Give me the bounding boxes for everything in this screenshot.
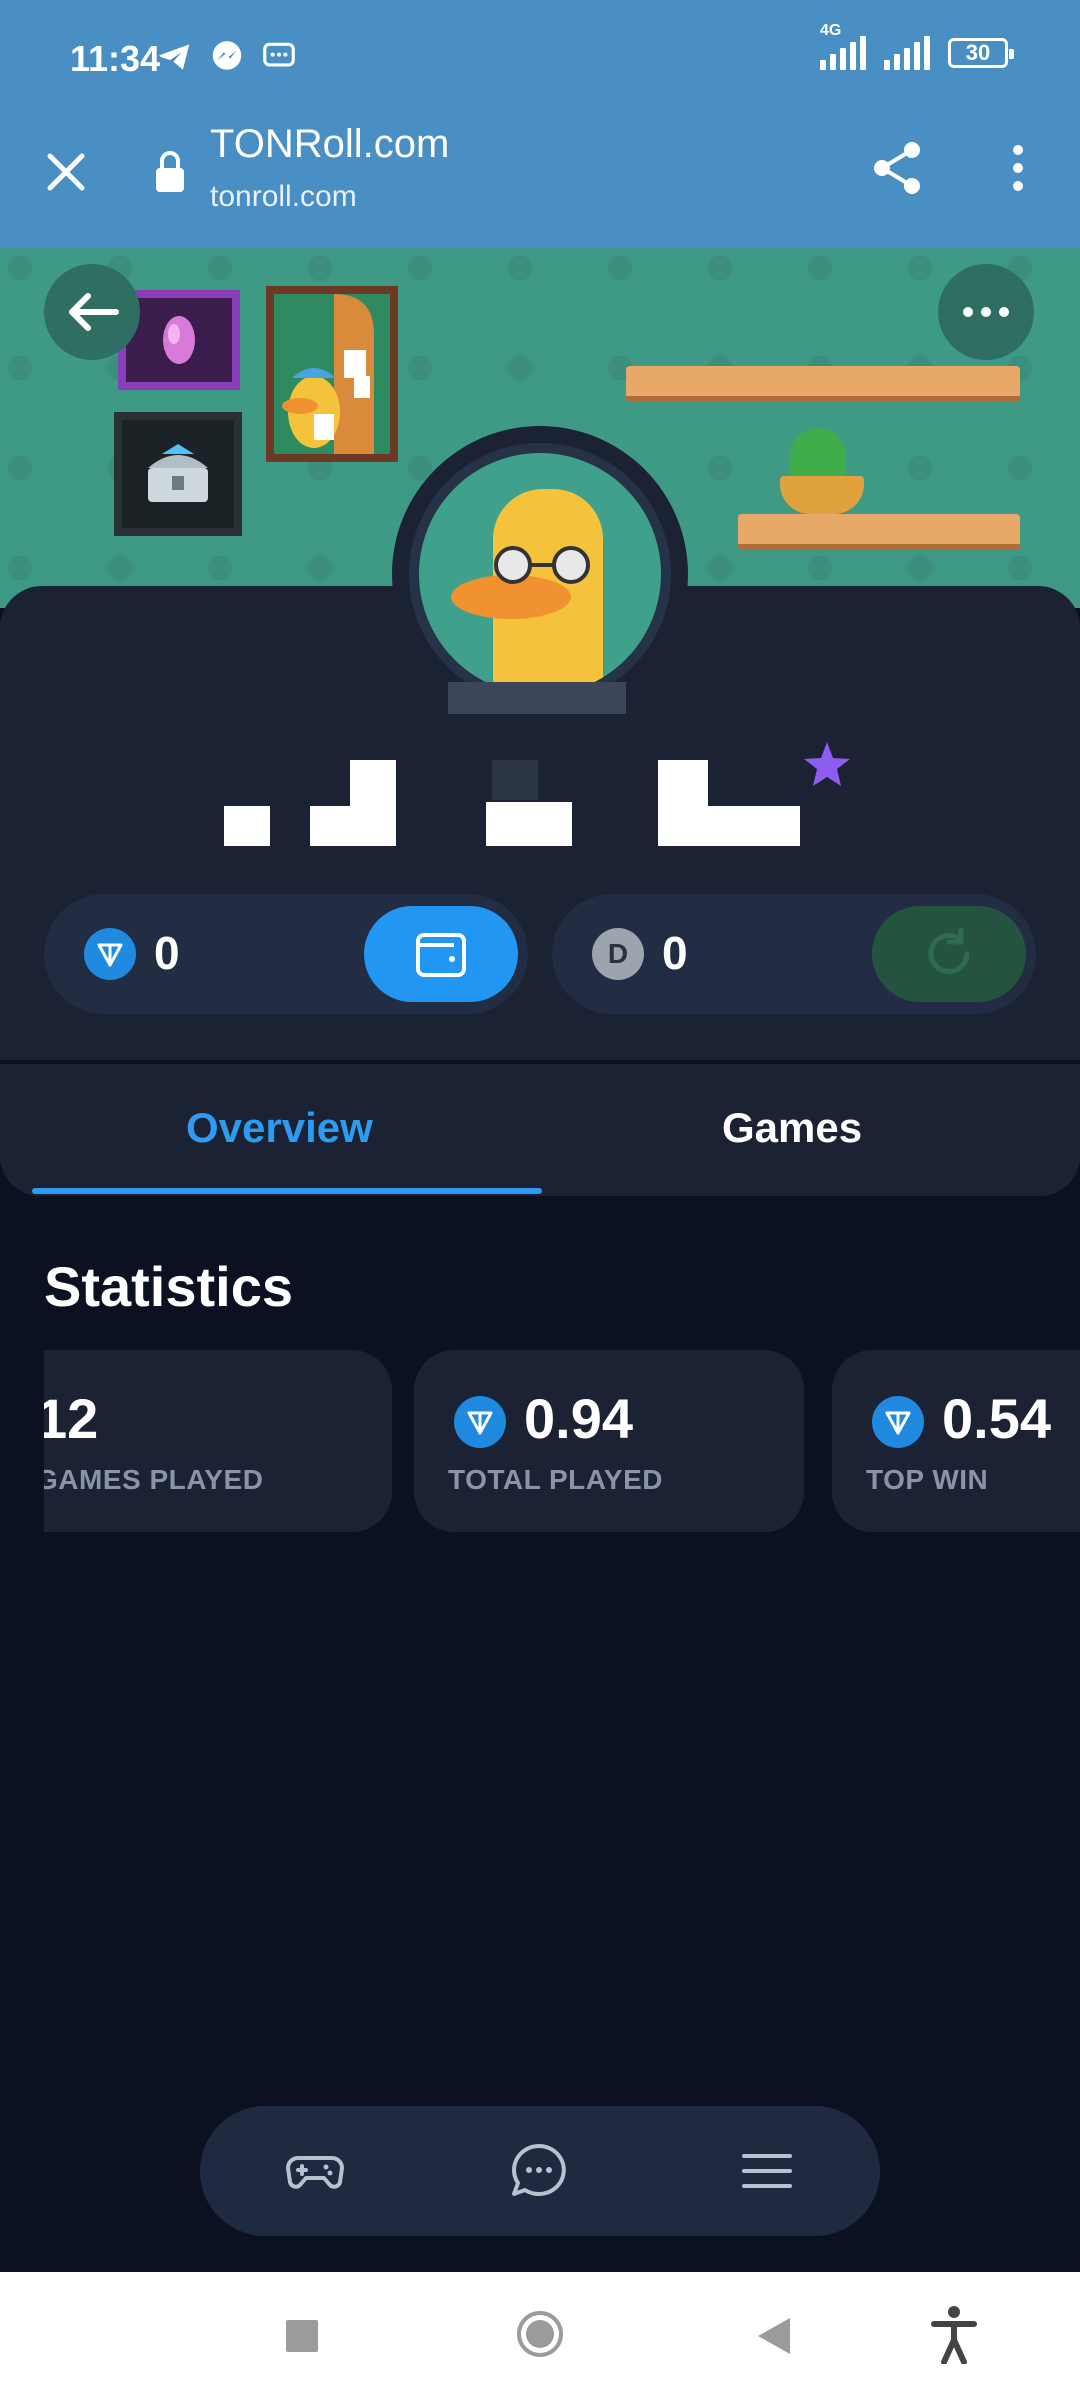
menu-icon[interactable] — [736, 2140, 798, 2202]
statistics-carousel[interactable]: 12 GAMES PLAYED 0.94 TOTAL PLAYED 0.54 T… — [44, 1350, 1080, 1532]
duck-cards-frame — [266, 286, 398, 462]
chat-icon[interactable] — [508, 2140, 570, 2202]
network-type: 4G — [820, 22, 842, 39]
battery-icon: 30 — [948, 38, 1014, 68]
telegram-icon — [156, 38, 194, 76]
accessibility-icon[interactable] — [930, 2304, 978, 2365]
gamepad-icon[interactable] — [284, 2140, 346, 2202]
status-bar: 11:34 4G 30 — [0, 0, 1080, 118]
lock-icon — [154, 148, 186, 194]
d-balance-value: 0 — [662, 927, 688, 979]
tab-overview[interactable]: Overview — [186, 1104, 373, 1152]
chest-frame — [114, 412, 242, 536]
ton-coin-icon — [872, 1396, 924, 1448]
ton-balance: 0 — [44, 894, 528, 1014]
signal-icon — [884, 36, 930, 70]
page-title: TONRoll.com — [210, 122, 450, 166]
stat-label: GAMES PLAYED — [44, 1464, 264, 1495]
tab-games[interactable]: Games — [722, 1104, 862, 1152]
ton-coin-icon — [454, 1396, 506, 1448]
username-redacted — [220, 756, 840, 852]
browser-toolbar: TONRoll.com tonroll.com — [0, 118, 1080, 248]
notification-icons — [156, 38, 298, 76]
ton-coin-icon — [84, 928, 136, 980]
close-icon[interactable] — [36, 142, 96, 202]
more-horizontal-icon[interactable] — [938, 264, 1034, 360]
profile-tabs: Overview Games — [0, 1064, 1080, 1196]
status-time: 11:34 — [70, 38, 161, 79]
home-icon[interactable] — [516, 2310, 564, 2358]
recent-apps-icon[interactable] — [286, 2320, 318, 2352]
chat-bubble-icon — [260, 38, 298, 76]
signal-4g-icon: 4G — [820, 22, 866, 70]
stat-card-total-played: 0.94 TOTAL PLAYED — [414, 1350, 804, 1532]
premium-star-icon — [800, 738, 854, 792]
stat-card-top-win: 0.54 TOP WIN — [832, 1350, 1080, 1532]
ton-balance-value: 0 — [154, 927, 180, 979]
messenger-icon — [208, 38, 246, 76]
d-balance: D 0 — [552, 894, 1036, 1014]
system-navigation-bar — [0, 2272, 1080, 2400]
top-shelf — [626, 366, 1020, 402]
stat-value: 0.54 — [942, 1387, 1051, 1450]
cactus-pot — [780, 476, 864, 514]
tab-active-indicator — [32, 1188, 542, 1194]
status-right: 4G 30 — [820, 22, 1014, 70]
avatar-badge — [448, 682, 626, 714]
refresh-button[interactable] — [872, 906, 1026, 1002]
wallet-icon — [416, 933, 466, 977]
refresh-icon — [928, 927, 970, 974]
back-button[interactable] — [44, 264, 140, 360]
more-vertical-icon[interactable] — [1000, 138, 1036, 198]
statistics-heading: Statistics — [44, 1255, 293, 1318]
back-triangle-icon[interactable] — [756, 2316, 792, 2356]
bottom-game-nav — [200, 2106, 880, 2236]
battery-level: 30 — [965, 40, 991, 65]
wallet-button[interactable] — [364, 906, 518, 1002]
arrow-left-icon — [69, 293, 119, 331]
stat-card-games-played: 12 GAMES PLAYED — [44, 1350, 392, 1532]
stat-label: TOP WIN — [866, 1464, 989, 1495]
bottom-shelf — [738, 514, 1020, 550]
avatar[interactable] — [392, 426, 688, 722]
stat-value: 12 — [44, 1387, 99, 1450]
page-url[interactable]: tonroll.com — [210, 180, 357, 214]
share-icon[interactable] — [868, 138, 928, 198]
stat-value: 0.94 — [524, 1387, 633, 1450]
d-coin-icon: D — [592, 928, 644, 980]
cactus-decoration — [790, 428, 846, 482]
stat-label: TOTAL PLAYED — [448, 1464, 664, 1495]
